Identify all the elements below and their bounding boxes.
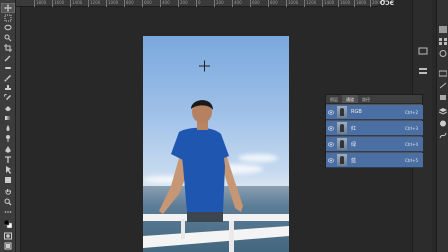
- quick-select-icon[interactable]: [2, 34, 14, 42]
- channels-icon[interactable]: [439, 112, 447, 127]
- color-icon[interactable]: [439, 18, 447, 33]
- crop-icon[interactable]: [2, 44, 14, 52]
- visibility-eye-icon[interactable]: [326, 141, 335, 147]
- tab-layers[interactable]: 图层: [326, 95, 342, 103]
- history-brush-icon[interactable]: [2, 94, 14, 102]
- eraser-icon[interactable]: [2, 104, 14, 112]
- blur-icon[interactable]: [2, 124, 14, 132]
- ruler-tick: 800: [124, 0, 134, 7]
- ruler-tick: 1000: [105, 0, 119, 7]
- ruler-tick: 1600: [51, 0, 65, 7]
- dodge-icon[interactable]: [2, 134, 14, 142]
- ruler-tick: 1800: [33, 0, 47, 7]
- channel-row-blue[interactable]: 蓝 Ctrl+5: [326, 153, 423, 168]
- shape-icon[interactable]: [2, 176, 14, 184]
- ruler-tick: 800: [268, 0, 278, 7]
- channel-name: RGB: [351, 109, 362, 115]
- horizontal-ruler: 1800 1600 1400 1200 1000 800 600 400 200…: [16, 0, 382, 7]
- visibility-eye-icon[interactable]: [326, 157, 335, 163]
- channel-name: 绿: [351, 141, 357, 148]
- channel-row-rgb[interactable]: RGB Ctrl+2: [326, 105, 423, 120]
- ruler-tick: 1200: [87, 0, 101, 7]
- ruler-tick: 400: [232, 0, 242, 7]
- path-select-icon[interactable]: [2, 166, 14, 174]
- paths-icon[interactable]: [439, 124, 447, 139]
- stamp-icon[interactable]: [2, 84, 14, 92]
- channel-thumbnail: [337, 154, 347, 166]
- healing-icon[interactable]: [2, 64, 14, 72]
- ruler-tick: 1600: [337, 0, 351, 7]
- tab-paths[interactable]: 路径: [358, 95, 374, 103]
- channel-row-red[interactable]: 红 Ctrl+3: [326, 121, 423, 136]
- ruler-tick: 600: [142, 0, 152, 7]
- layers-icon[interactable]: [438, 100, 448, 115]
- type-icon[interactable]: [2, 156, 14, 164]
- channel-row-green[interactable]: 绿 Ctrl+4: [326, 137, 423, 152]
- more-icon[interactable]: [2, 208, 14, 216]
- ruler-tick: 600: [250, 0, 260, 7]
- icon-dock: [436, 0, 448, 252]
- channel-thumbnail: [337, 122, 347, 134]
- channel-thumbnail: [337, 106, 347, 118]
- brush-icon[interactable]: [2, 74, 14, 82]
- lasso-icon[interactable]: [2, 24, 14, 32]
- channels-panel: 图层 通道 路径 RGB Ctrl+2 红 Ctrl+3 绿 Ctrl+4 蓝 …: [325, 94, 423, 168]
- corner-text: ƠƆЄ: [380, 0, 395, 7]
- ruler-tick: 1200: [303, 0, 317, 7]
- man-figure: [143, 60, 289, 252]
- visibility-eye-icon[interactable]: [326, 125, 335, 131]
- channel-shortcut: Ctrl+5: [404, 157, 418, 163]
- tab-channels[interactable]: 通道: [342, 95, 358, 103]
- ruler-tick: 1400: [321, 0, 335, 7]
- brushes-icon[interactable]: [439, 74, 447, 89]
- screen-mode-icon[interactable]: [2, 242, 14, 250]
- pen-icon[interactable]: [2, 146, 14, 154]
- gradient-icon[interactable]: [2, 114, 14, 122]
- move-icon[interactable]: [1, 3, 15, 13]
- ruler-tick: 1400: [69, 0, 83, 7]
- photo-image[interactable]: [143, 36, 289, 252]
- ruler-tick: 1000: [285, 0, 299, 7]
- swatches-icon[interactable]: [439, 30, 447, 45]
- zoom-icon[interactable]: [2, 198, 14, 206]
- properties-icon[interactable]: [418, 60, 428, 74]
- history-icon[interactable]: [418, 40, 428, 55]
- ruler-tick: 400: [160, 0, 170, 7]
- styles-icon[interactable]: [438, 62, 448, 77]
- panel-tabs: 图层 通道 路径: [326, 95, 422, 104]
- quickmask-icon[interactable]: [2, 232, 14, 240]
- hand-icon[interactable]: [2, 188, 14, 196]
- channel-thumbnail: [337, 138, 347, 150]
- channel-shortcut: Ctrl+2: [404, 109, 418, 115]
- channel-shortcut: Ctrl+3: [404, 125, 418, 131]
- visibility-eye-icon[interactable]: [326, 109, 335, 115]
- ruler-tick: 200: [178, 0, 188, 7]
- ruler-tick: 200: [214, 0, 224, 7]
- vertical-ruler: [16, 7, 21, 252]
- clone-source-icon[interactable]: [439, 86, 447, 100]
- eyedropper-icon[interactable]: [2, 54, 14, 62]
- adjustments-icon[interactable]: [439, 42, 447, 57]
- marquee-icon[interactable]: [2, 14, 14, 22]
- ruler-tick: 1800: [353, 0, 367, 7]
- channel-shortcut: Ctrl+4: [404, 141, 418, 147]
- color-swatch-icon[interactable]: [2, 220, 14, 228]
- tools-panel: [0, 0, 16, 252]
- channel-name: 蓝: [351, 157, 357, 164]
- channel-name: 红: [351, 125, 357, 132]
- ruler-tick: 0: [196, 0, 201, 7]
